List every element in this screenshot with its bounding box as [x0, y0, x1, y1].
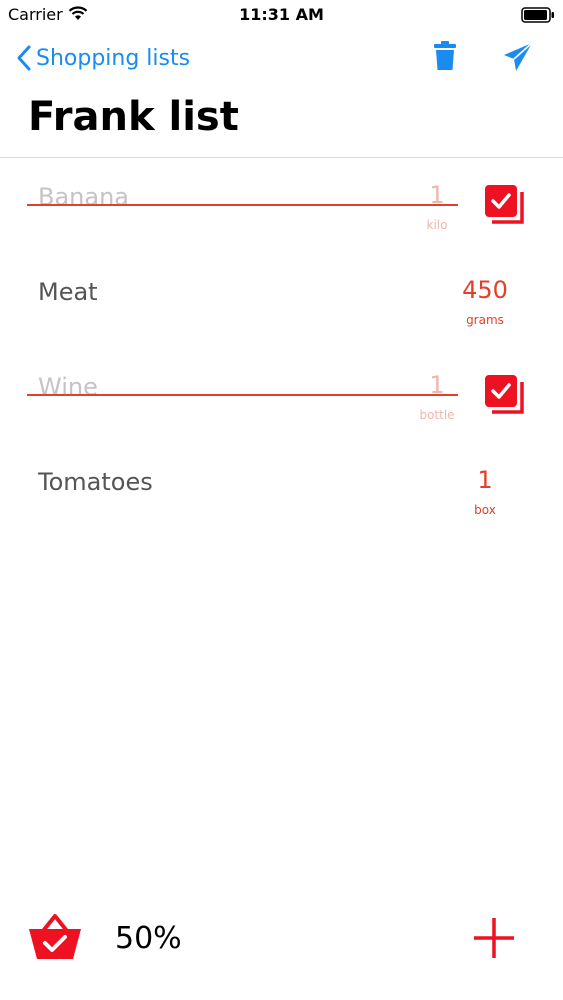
item-name: Tomatoes	[38, 468, 153, 496]
list-title: Frank list	[28, 94, 239, 140]
item-name: Meat	[38, 278, 98, 306]
progress-percentage: 50%	[115, 921, 182, 956]
navigation-bar: Shopping lists	[0, 38, 563, 78]
item-quantity: 1	[477, 466, 493, 494]
status-bar: Carrier 11:31 AM	[0, 0, 563, 30]
item-unit: grams	[466, 313, 504, 327]
plus-icon	[474, 918, 514, 958]
item-unit: bottle	[419, 408, 455, 422]
item-checkbox[interactable]	[484, 184, 526, 230]
share-list-button[interactable]	[503, 42, 533, 76]
list-item[interactable]: Meat 450 grams	[0, 253, 563, 348]
item-unit: box	[474, 503, 496, 517]
basket-button[interactable]	[28, 912, 82, 964]
back-button[interactable]: Shopping lists	[16, 42, 190, 74]
list-item[interactable]: Tomatoes 1 box	[0, 443, 563, 538]
trash-icon	[434, 41, 456, 70]
basket-check-icon	[29, 914, 81, 959]
item-checkbox[interactable]	[484, 374, 526, 420]
strikethrough-line	[27, 394, 458, 396]
add-item-button[interactable]	[472, 916, 516, 964]
item-quantity: 450	[462, 276, 508, 304]
delete-list-button[interactable]	[432, 41, 458, 75]
item-name: Banana	[38, 183, 130, 211]
checkbox-checked-icon	[485, 185, 524, 224]
strikethrough-line	[27, 204, 458, 206]
item-unit: kilo	[426, 218, 448, 232]
item-name: Wine	[38, 373, 98, 401]
back-button-label: Shopping lists	[36, 45, 191, 71]
battery-icon	[521, 7, 555, 27]
chevron-left-icon	[17, 45, 31, 71]
send-icon	[504, 42, 533, 71]
list-item[interactable]: Wine 1 bottle	[0, 348, 563, 443]
checkbox-checked-icon	[485, 375, 524, 414]
status-time: 11:31 AM	[239, 5, 324, 24]
list-item[interactable]: Banana 1 kilo	[0, 158, 563, 253]
